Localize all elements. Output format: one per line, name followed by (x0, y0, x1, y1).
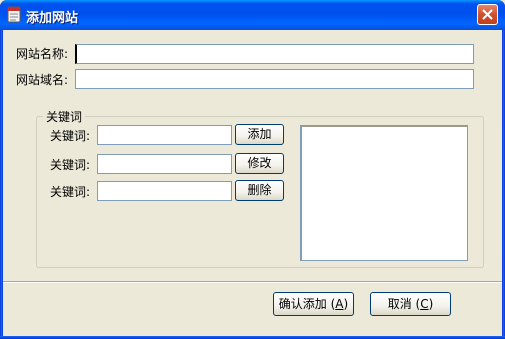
title-bar[interactable]: 添加网站 (0, 0, 505, 30)
site-domain-label: 网站域名: (16, 73, 69, 87)
add-keyword-button[interactable]: 添加 (235, 124, 284, 145)
close-button[interactable] (477, 4, 498, 25)
cancel-button[interactable]: 取消 (C) (370, 292, 451, 316)
modify-keyword-button-label: 修改 (247, 156, 272, 170)
delete-keyword-button-label: 删除 (247, 183, 272, 197)
window-title: 添加网站 (26, 11, 79, 26)
keyword-label: 关键词: (50, 158, 91, 172)
cancel-label: 取消 (387, 297, 412, 311)
dialog-window: 添加网站 网站名称: 网站域名: 关键词 关键词: 添加 关键词: 修改 关键词… (0, 0, 505, 339)
keywords-group-title: 关键词 (43, 108, 86, 125)
site-domain-input[interactable] (75, 69, 474, 89)
cancel-accel-key: C (420, 297, 429, 311)
site-name-input[interactable] (75, 44, 474, 64)
dialog-body: 网站名称: 网站域名: 关键词 关键词: 添加 关键词: 修改 关键词: 删除 … (3, 30, 502, 336)
keyword-label: 关键词: (50, 129, 91, 143)
keywords-listbox[interactable] (300, 125, 468, 261)
confirm-add-label: 确认添加 (278, 297, 327, 311)
keyword-input-2[interactable] (97, 154, 232, 174)
keyword-input-3[interactable] (97, 181, 232, 201)
modify-keyword-button[interactable]: 修改 (235, 153, 284, 174)
document-app-icon (6, 6, 22, 23)
delete-keyword-button[interactable]: 删除 (235, 180, 284, 201)
confirm-accel-key: A (335, 297, 344, 311)
add-keyword-button-label: 添加 (247, 127, 272, 141)
confirm-add-button[interactable]: 确认添加 (A) (273, 292, 354, 316)
close-icon (482, 9, 493, 20)
footer-separator (3, 281, 502, 283)
keyword-label: 关键词: (50, 185, 91, 199)
site-name-label: 网站名称: (16, 47, 69, 61)
keyword-input-1[interactable] (97, 125, 232, 145)
